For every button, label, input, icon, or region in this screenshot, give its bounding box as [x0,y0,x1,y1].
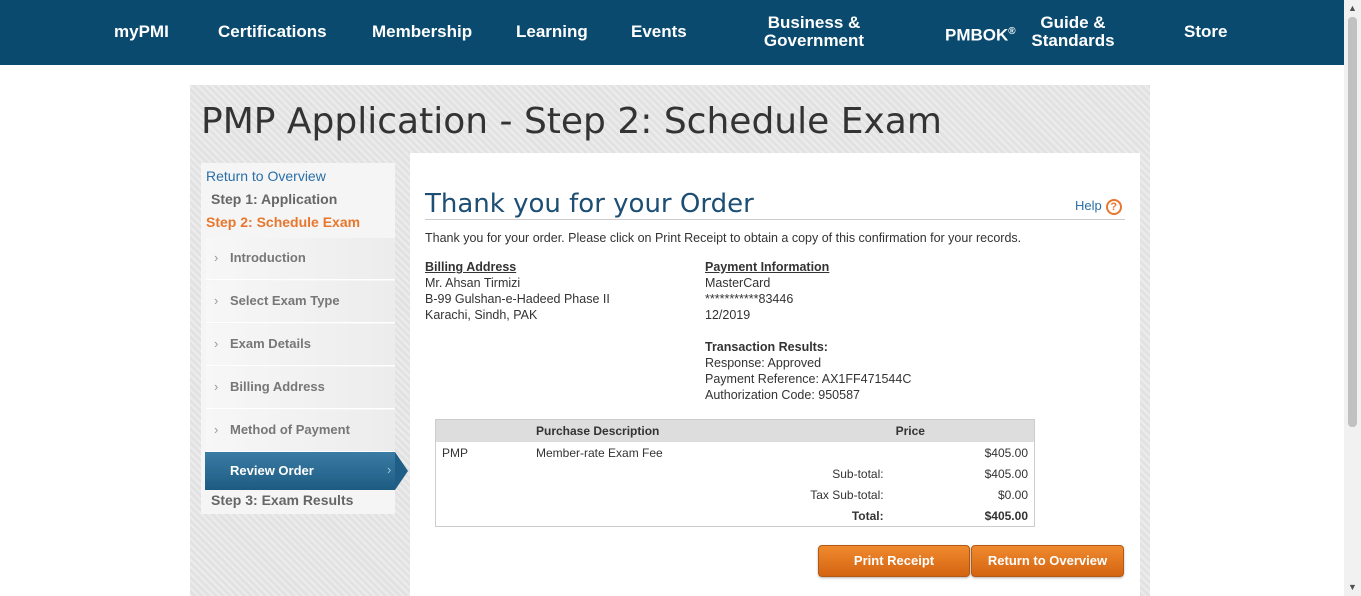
billing-address-block: Billing Address Mr. Ahsan Tirmizi B-99 G… [425,259,610,323]
scrollbar-thumb[interactable] [1348,17,1357,427]
table-row: PMP Member-rate Exam Fee $405.00 [436,442,1035,463]
total-value: $405.00 [984,508,1028,523]
sidebar-item-label: Review Order [230,463,314,478]
registered-mark: ® [1008,26,1016,37]
sidebar-item-label: Method of Payment [230,422,350,437]
item-code: PMP [442,445,469,460]
sidebar-item-introduction[interactable]: › Introduction [206,238,395,280]
return-to-overview-button[interactable]: Return to Overview [971,545,1124,577]
total-label: Total: [851,508,884,523]
step-3-exam-results[interactable]: Step 3: Exam Results [211,492,353,508]
transaction-results-block: Transaction Results: Response: Approved … [705,339,911,403]
sidebar-item-billing-address[interactable]: › Billing Address [206,367,395,409]
vertical-scrollbar[interactable]: ▲ ▼ [1344,0,1361,596]
table-header-row: Purchase Description Price [435,419,1035,442]
billing-name: Mr. Ahsan Tirmizi [425,276,521,290]
scroll-down-arrow-icon[interactable]: ▼ [1344,579,1361,596]
nav-learning[interactable]: Learning [516,23,588,41]
chevron-right-icon: › [214,336,219,351]
sidebar-item-review-order[interactable]: Review Order › [205,452,395,490]
step-2-schedule-exam: Step 2: Schedule Exam [206,214,361,230]
transaction-response: Response: Approved [705,356,822,370]
nav-business-line2: Government [763,31,865,50]
total-row: Total: $405.00 [436,505,1035,527]
subtotal-row: Sub-total: $405.00 [436,463,1035,484]
nav-guide-standards[interactable]: Guide & Standards [1025,14,1121,50]
payment-card-expiry: 12/2019 [705,308,751,322]
nav-business-line1: Business & [767,13,861,32]
sidebar-item-label: Select Exam Type [230,293,340,308]
chevron-right-icon: › [214,293,219,308]
main-content: Thank you for your Order Help? Thank you… [410,153,1140,596]
sidebar-item-select-exam-type[interactable]: › Select Exam Type [206,281,395,323]
transaction-heading: Transaction Results: [705,340,828,354]
print-receipt-button[interactable]: Print Receipt [818,545,970,577]
nav-business-government[interactable]: Business & Government [755,14,873,50]
nav-certifications[interactable]: Certifications [218,23,327,41]
payment-information-block: Payment Information MasterCard *********… [705,259,829,323]
payment-info-heading: Payment Information [705,260,830,274]
chevron-right-icon: › [387,462,392,477]
transaction-auth-code: Authorization Code: 950587 [705,388,860,402]
question-mark-icon: ? [1105,198,1122,215]
sidebar-item-method-of-payment[interactable]: › Method of Payment [206,410,395,452]
sidebar-item-label: Exam Details [230,336,311,351]
sidebar-item-label: Introduction [230,250,306,265]
column-header-code [435,419,530,442]
sidebar-item-exam-details[interactable]: › Exam Details [206,324,395,366]
tax-label: Tax Sub-total: [810,487,884,502]
tax-row: Tax Sub-total: $0.00 [436,484,1035,505]
sidebar-item-label: Billing Address [230,379,325,394]
chevron-right-icon: › [214,250,219,265]
nav-pmbok-label: PMBOK [945,25,1009,45]
billing-address-heading: Billing Address [425,260,517,274]
billing-line1: B-99 Gulshan-e-Hadeed Phase II [425,292,610,306]
help-link[interactable]: Help? [1075,198,1122,215]
return-to-overview-link[interactable]: Return to Overview [206,168,326,184]
chevron-right-icon: › [214,422,219,437]
intro-text: Thank you for your order. Please click o… [425,231,1022,245]
transaction-reference: Payment Reference: AX1FF471544C [705,372,912,386]
payment-card-number: ***********83446 [705,292,794,306]
nav-membership[interactable]: Membership [372,23,472,41]
scroll-up-arrow-icon[interactable]: ▲ [1344,0,1361,17]
billing-line2: Karachi, Sindh, PAK [425,308,538,322]
chevron-right-icon: › [214,379,219,394]
active-item-pointer [395,452,408,490]
nav-store[interactable]: Store [1184,23,1227,41]
tax-value: $0.00 [997,487,1028,502]
payment-card-type: MasterCard [705,276,771,290]
order-summary-table: Purchase Description Price PMP Member-ra… [435,419,1035,527]
column-header-price: Price [889,419,1035,442]
help-label: Help [1075,198,1102,213]
page-title: PMP Application - Step 2: Schedule Exam [201,101,942,142]
nav-events[interactable]: Events [631,23,687,41]
order-heading: Thank you for your Order [425,189,754,219]
nav-guide-line1: Guide & [1040,13,1106,32]
column-header-description: Purchase Description [530,419,890,442]
subtotal-label: Sub-total: [832,466,884,481]
item-price: $405.00 [984,445,1028,460]
nav-pmbok[interactable]: PMBOK® [945,23,1016,45]
nav-mypmi[interactable]: myPMI [114,23,169,41]
nav-guide-line2: Standards [1031,31,1115,50]
step-1-application[interactable]: Step 1: Application [211,191,337,207]
top-navigation-bar: myPMI Certifications Membership Learning… [0,0,1344,65]
subtotal-value: $405.00 [984,466,1028,481]
heading-divider [425,219,1125,220]
item-description: Member-rate Exam Fee [536,445,663,460]
